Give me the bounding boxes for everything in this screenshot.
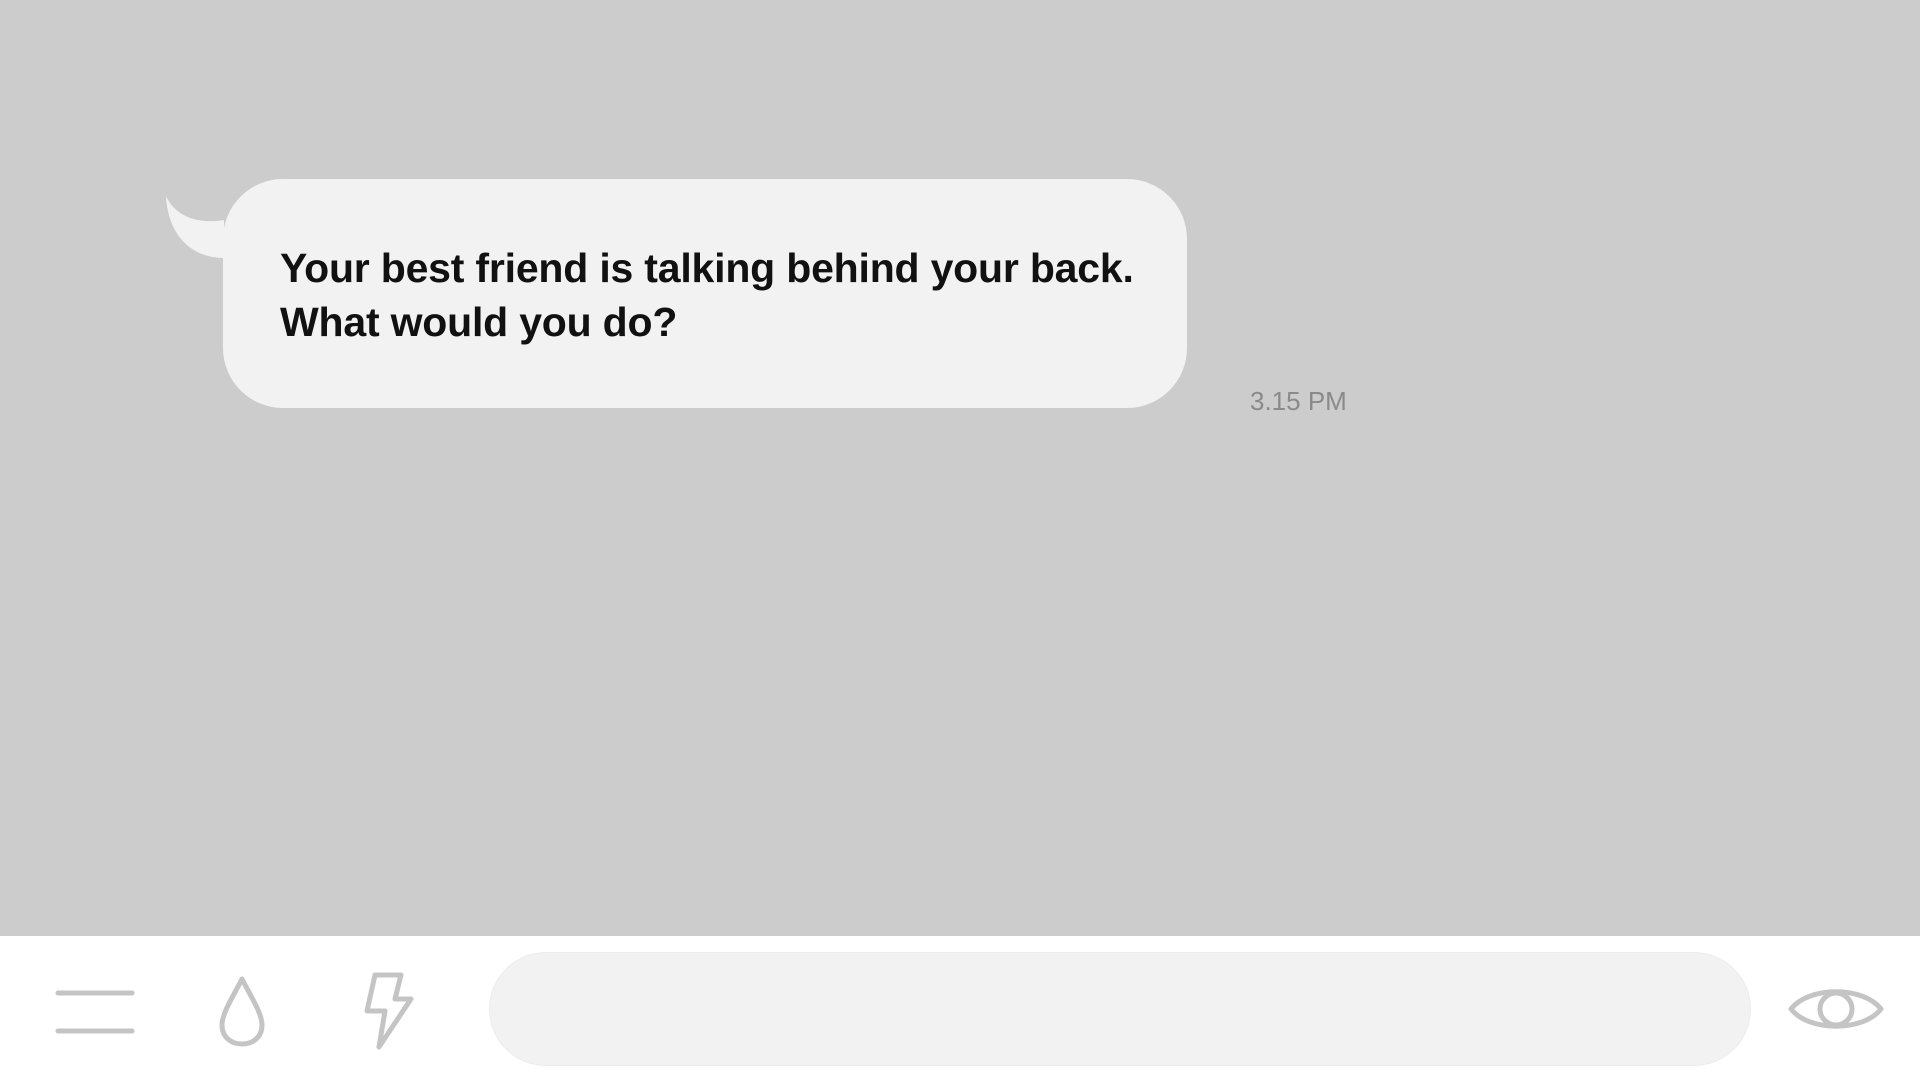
- message-line-2: What would you do?: [280, 299, 678, 345]
- message-input-container[interactable]: [489, 952, 1751, 1066]
- menu-icon: [55, 990, 135, 1034]
- message-line-1: Your best friend is talking behind your …: [280, 245, 1134, 291]
- chat-app: Your best friend is talking behind your …: [0, 0, 1920, 1080]
- message-input[interactable]: [490, 953, 1750, 1065]
- message-timestamp: 3.15 PM: [1250, 386, 1347, 416]
- message-text: Your best friend is talking behind your …: [280, 241, 1180, 349]
- lightning-button[interactable]: [346, 966, 430, 1056]
- composer-bar: [0, 936, 1920, 1080]
- drop-button[interactable]: [200, 968, 284, 1054]
- message-bubble: Your best friend is talking behind your …: [223, 179, 1187, 408]
- menu-button[interactable]: [50, 972, 140, 1052]
- drop-icon: [219, 976, 265, 1047]
- lightning-icon: [364, 972, 414, 1050]
- eye-icon: [1788, 989, 1884, 1029]
- bubble-tail: [166, 196, 224, 258]
- chat-area: Your best friend is talking behind your …: [0, 0, 1920, 936]
- eye-button[interactable]: [1776, 974, 1896, 1044]
